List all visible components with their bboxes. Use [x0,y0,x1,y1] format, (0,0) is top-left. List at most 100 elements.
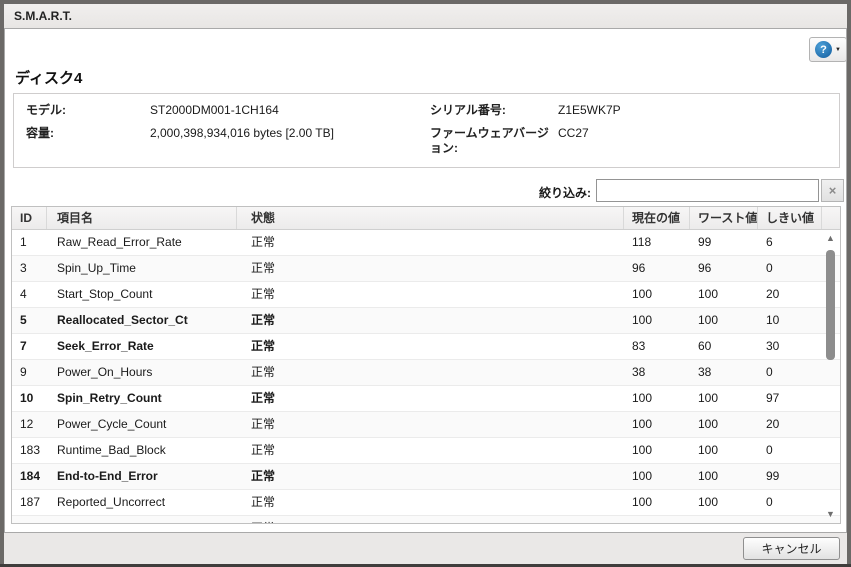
help-button[interactable]: ? ▼ [809,37,847,62]
table-row[interactable]: 1 Raw_Read_Error_Rate 正常 118 99 6 [12,230,840,256]
cell-status: 正常 [237,412,624,437]
cell-id: 10 [12,386,47,411]
table-body: 1 Raw_Read_Error_Rate 正常 118 99 6 3 Spin… [12,230,840,523]
scrollbar-thumb[interactable] [826,250,835,360]
capacity-label: 容量: [26,126,148,142]
cell-worst-value: 100 [690,308,758,333]
column-header-worst[interactable]: ワースト値 [690,207,758,229]
table-row[interactable]: 183 Runtime_Bad_Block 正常 100 100 0 [12,438,840,464]
vertical-scrollbar[interactable]: ▲ ▼ [823,232,838,520]
cell-worst-value: 99 [690,230,758,255]
table-row[interactable]: 7 Seek_Error_Rate 正常 83 60 30 [12,334,840,360]
cell-status: 正常 [237,334,624,359]
cell-id: 187 [12,490,47,515]
column-header-threshold[interactable]: しきい値 [758,207,822,229]
table-row[interactable]: 4 Start_Stop_Count 正常 100 100 20 [12,282,840,308]
cell-id: 188 [12,516,47,523]
cell-threshold-value: 6 [758,230,822,255]
scroll-down-icon[interactable]: ▼ [826,508,835,520]
column-header-id[interactable]: ID [12,207,47,229]
cell-threshold-value: 97 [758,386,822,411]
cell-attribute-name: Runtime_Bad_Block [47,438,237,463]
column-header-status[interactable]: 状態 [237,207,624,229]
cancel-button[interactable]: キャンセル [743,537,840,560]
cell-threshold-value: 0 [758,256,822,281]
close-icon: × [829,183,837,198]
cell-id: 9 [12,360,47,385]
cell-worst-value: 60 [690,334,758,359]
column-header-spacer [822,207,840,229]
cell-status: 正常 [237,386,624,411]
cell-current-value: 118 [624,230,690,255]
cell-attribute-name: Reallocated_Sector_Ct [47,308,237,333]
cell-status: 正常 [237,282,624,307]
cell-id: 4 [12,282,47,307]
filter-clear-button[interactable]: × [821,179,844,202]
cell-attribute-name: Reported_Uncorrect [47,490,237,515]
cell-worst-value: 38 [690,360,758,385]
cell-attribute-name: Command_Timeout [47,516,237,523]
cell-threshold-value: 20 [758,412,822,437]
table-row[interactable]: 187 Reported_Uncorrect 正常 100 100 0 [12,490,840,516]
cell-current-value: 100 [624,516,690,523]
cell-threshold-value: 20 [758,282,822,307]
cell-status: 正常 [237,308,624,333]
smart-dialog-window: S.M.A.R.T. ? ▼ ディスク4 モデル: ST2000DM001-1C… [0,0,851,567]
serial-label: シリアル番号: [430,103,556,119]
firmware-value: CC27 [558,126,827,142]
table-row[interactable]: 10 Spin_Retry_Count 正常 100 100 97 [12,386,840,412]
cell-current-value: 38 [624,360,690,385]
drive-info-box: モデル: ST2000DM001-1CH164 シリアル番号: Z1E5WK7P… [13,93,840,168]
cell-attribute-name: Start_Stop_Count [47,282,237,307]
cell-status: 正常 [237,464,624,489]
cell-status: 正常 [237,438,624,463]
cell-current-value: 100 [624,308,690,333]
table-row[interactable]: 184 End-to-End_Error 正常 100 100 99 [12,464,840,490]
cell-current-value: 83 [624,334,690,359]
firmware-label: ファームウェアバージョン: [430,126,556,157]
cell-worst-value: 100 [690,516,758,523]
table-row[interactable]: 9 Power_On_Hours 正常 38 38 0 [12,360,840,386]
cell-attribute-name: Spin_Retry_Count [47,386,237,411]
scroll-up-icon[interactable]: ▲ [826,232,835,244]
smart-attributes-table: ID 項目名 状態 現在の値 ワースト値 しきい値 1 Raw_Read_Err… [11,206,841,524]
filter-input[interactable] [596,179,819,202]
cell-id: 5 [12,308,47,333]
cell-status: 正常 [237,230,624,255]
cell-id: 183 [12,438,47,463]
cell-id: 7 [12,334,47,359]
cell-id: 184 [12,464,47,489]
capacity-value: 2,000,398,934,016 bytes [2.00 TB] [150,126,428,142]
table-row[interactable]: 188 Command_Timeout 正常 100 100 0 [12,516,840,523]
window-title: S.M.A.R.T. [14,9,72,23]
cell-status: 正常 [237,490,624,515]
cell-id: 1 [12,230,47,255]
table-row[interactable]: 3 Spin_Up_Time 正常 96 96 0 [12,256,840,282]
cell-current-value: 100 [624,282,690,307]
table-row[interactable]: 5 Reallocated_Sector_Ct 正常 100 100 10 [12,308,840,334]
cell-attribute-name: Spin_Up_Time [47,256,237,281]
cell-attribute-name: End-to-End_Error [47,464,237,489]
cell-current-value: 100 [624,412,690,437]
column-header-name[interactable]: 項目名 [47,207,237,229]
cell-status: 正常 [237,516,624,523]
cell-threshold-value: 30 [758,334,822,359]
cell-worst-value: 96 [690,256,758,281]
cell-current-value: 100 [624,490,690,515]
cell-current-value: 96 [624,256,690,281]
serial-value: Z1E5WK7P [558,103,827,119]
scrollbar-track[interactable] [823,244,838,508]
cell-worst-value: 100 [690,490,758,515]
table-row[interactable]: 12 Power_Cycle_Count 正常 100 100 20 [12,412,840,438]
dialog-footer: キャンセル [4,533,847,564]
cell-current-value: 100 [624,438,690,463]
cell-current-value: 100 [624,464,690,489]
cell-attribute-name: Seek_Error_Rate [47,334,237,359]
titlebar[interactable]: S.M.A.R.T. [4,4,847,28]
dialog-content-panel: ? ▼ ディスク4 モデル: ST2000DM001-1CH164 シリアル番号… [4,28,847,533]
column-header-current[interactable]: 現在の値 [624,207,690,229]
cell-worst-value: 100 [690,386,758,411]
cell-worst-value: 100 [690,412,758,437]
model-value: ST2000DM001-1CH164 [150,103,428,119]
cell-id: 12 [12,412,47,437]
